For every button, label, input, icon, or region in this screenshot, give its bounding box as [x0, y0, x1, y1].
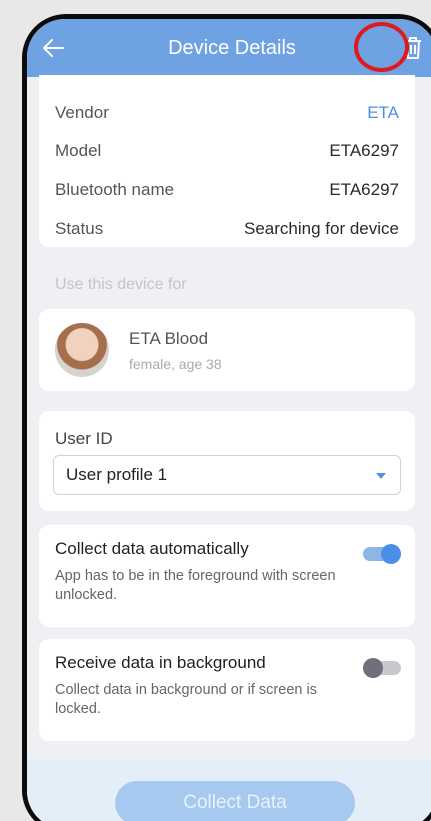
device-info-card: Vendor ETA Model ETA6297 Bluetooth name …	[39, 75, 415, 247]
model-value: ETA6297	[329, 141, 399, 160]
model-row: Model ETA6297	[55, 141, 399, 161]
toggle-knob	[363, 658, 383, 678]
chevron-down-icon	[376, 473, 386, 479]
trash-icon[interactable]	[401, 35, 425, 61]
user-card[interactable]: ETA Blood female, age 38	[39, 309, 415, 391]
status-label: Status	[55, 219, 104, 238]
use-for-label: Use this device for	[55, 276, 187, 293]
bluetooth-label: Bluetooth name	[55, 180, 175, 199]
model-label: Model	[55, 141, 102, 160]
user-id-select[interactable]: User profile 1	[53, 455, 401, 495]
receive-background-toggle[interactable]	[363, 658, 401, 678]
status-value: Searching for device	[244, 219, 399, 238]
phone-frame: Device Details Vendor ETA Model ETA6297 …	[22, 14, 431, 821]
app-screen: Device Details Vendor ETA Model ETA6297 …	[27, 19, 431, 821]
app-header: Device Details	[27, 19, 431, 77]
bluetooth-value: ETA6297	[329, 180, 399, 199]
collect-automatically-toggle[interactable]	[363, 544, 401, 564]
toggle-knob	[381, 544, 401, 564]
collect-automatically-title: Collect data automatically	[55, 539, 249, 558]
vendor-value[interactable]: ETA	[367, 103, 399, 123]
receive-background-card: Receive data in background Collect data …	[39, 639, 415, 741]
receive-background-desc: Collect data in background or if screen …	[55, 682, 317, 717]
footer: Collect Data	[27, 759, 431, 821]
receive-background-title: Receive data in background	[55, 653, 266, 672]
avatar	[55, 323, 109, 377]
collect-automatically-card: Collect data automatically App has to be…	[39, 525, 415, 627]
collect-automatically-desc: App has to be in the foreground with scr…	[55, 568, 336, 603]
vendor-row: Vendor ETA	[55, 103, 399, 123]
user-id-label: User ID	[55, 429, 113, 448]
page-title: Device Details	[168, 36, 296, 59]
user-details: female, age 38	[129, 356, 222, 372]
bluetooth-row: Bluetooth name ETA6297	[55, 180, 399, 200]
user-name: ETA Blood	[129, 329, 209, 348]
collect-data-button[interactable]: Collect Data	[115, 781, 355, 821]
arrow-left-icon[interactable]	[41, 35, 67, 61]
vendor-label: Vendor	[55, 103, 109, 122]
user-id-selected: User profile 1	[66, 465, 168, 484]
status-row: Status Searching for device	[55, 219, 399, 239]
user-id-card: User ID User profile 1	[39, 411, 415, 511]
